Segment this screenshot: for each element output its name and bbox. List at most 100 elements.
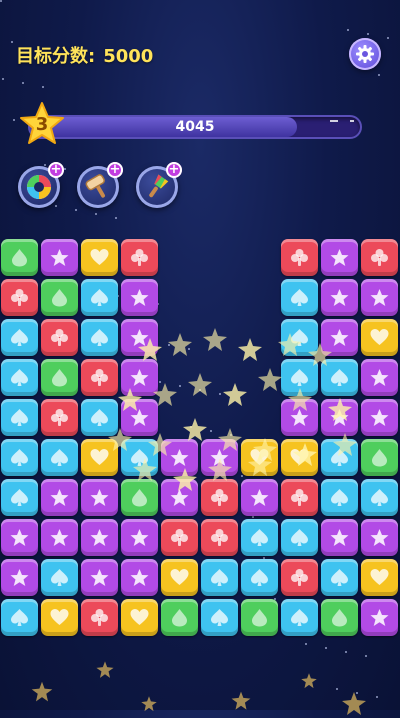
block-purple[interactable]	[361, 359, 398, 396]
block-red[interactable]	[281, 239, 318, 276]
block-blue[interactable]	[281, 599, 318, 636]
hammer-booster[interactable]: +	[77, 162, 123, 208]
block-purple[interactable]	[321, 239, 358, 276]
block-yellow[interactable]	[121, 599, 158, 636]
block-yellow[interactable]	[361, 559, 398, 596]
sparkle-star	[173, 468, 197, 491]
sparkle-star	[308, 343, 332, 366]
block-red[interactable]	[161, 519, 198, 556]
block-green[interactable]	[161, 599, 198, 636]
sparkle-star	[188, 373, 212, 396]
block-purple[interactable]	[321, 279, 358, 316]
background-star	[95, 213, 97, 215]
block-blue[interactable]	[41, 439, 78, 476]
block-purple[interactable]	[121, 519, 158, 556]
background-star	[305, 643, 307, 645]
current-score: 4045	[175, 119, 215, 135]
progress-marker	[330, 120, 338, 122]
background-star	[365, 655, 367, 657]
block-blue[interactable]	[281, 519, 318, 556]
block-yellow[interactable]	[361, 319, 398, 356]
sparkle-star	[288, 388, 312, 411]
block-blue[interactable]	[281, 279, 318, 316]
block-red[interactable]	[121, 239, 158, 276]
block-purple[interactable]	[1, 559, 38, 596]
hammer-icon	[85, 174, 105, 198]
gear-icon	[356, 45, 374, 63]
add-booster-button[interactable]: +	[107, 162, 123, 178]
block-purple[interactable]	[41, 239, 78, 276]
block-red[interactable]	[201, 479, 238, 516]
block-red[interactable]	[81, 359, 118, 396]
sparkle-star	[248, 453, 272, 476]
settings-button[interactable]	[349, 38, 381, 70]
block-yellow[interactable]	[81, 239, 118, 276]
add-booster-button[interactable]: +	[166, 162, 182, 178]
block-purple[interactable]	[361, 519, 398, 556]
block-purple[interactable]	[361, 599, 398, 636]
block-green[interactable]	[361, 439, 398, 476]
block-purple[interactable]	[361, 279, 398, 316]
sparkle-star	[328, 398, 352, 421]
background-star	[11, 41, 13, 43]
block-red[interactable]	[281, 479, 318, 516]
block-red[interactable]	[41, 399, 78, 436]
sparkle-star	[203, 328, 227, 351]
block-green[interactable]	[1, 239, 38, 276]
block-red[interactable]	[81, 599, 118, 636]
block-blue[interactable]	[81, 279, 118, 316]
block-purple[interactable]	[81, 519, 118, 556]
block-green[interactable]	[241, 599, 278, 636]
block-green[interactable]	[41, 279, 78, 316]
background-star	[387, 37, 389, 39]
block-blue[interactable]	[1, 399, 38, 436]
background-star	[378, 74, 380, 76]
background-star	[42, 86, 44, 88]
block-purple[interactable]	[321, 519, 358, 556]
block-blue[interactable]	[81, 319, 118, 356]
block-red[interactable]	[41, 319, 78, 356]
block-purple[interactable]	[121, 279, 158, 316]
ground-star	[301, 673, 317, 689]
block-yellow[interactable]	[161, 559, 198, 596]
block-yellow[interactable]	[41, 599, 78, 636]
block-purple[interactable]	[41, 519, 78, 556]
ground-star	[31, 681, 53, 702]
block-red[interactable]	[1, 279, 38, 316]
block-purple[interactable]	[241, 479, 278, 516]
block-blue[interactable]	[201, 599, 238, 636]
block-blue[interactable]	[1, 319, 38, 356]
block-purple[interactable]	[81, 479, 118, 516]
block-blue[interactable]	[241, 519, 278, 556]
block-green[interactable]	[321, 599, 358, 636]
background-star	[75, 209, 77, 211]
block-purple[interactable]	[41, 479, 78, 516]
brush-booster[interactable]: +	[136, 162, 182, 208]
sparkle-star	[118, 388, 142, 411]
target-score: 目标分数: 5000	[16, 42, 153, 68]
block-blue[interactable]	[41, 559, 78, 596]
color-wheel-booster[interactable]: +	[18, 162, 64, 208]
block-red[interactable]	[281, 559, 318, 596]
block-purple[interactable]	[1, 519, 38, 556]
block-purple[interactable]	[361, 399, 398, 436]
block-purple[interactable]	[81, 559, 118, 596]
block-green[interactable]	[41, 359, 78, 396]
block-blue[interactable]	[1, 359, 38, 396]
background-star	[55, 205, 57, 207]
add-booster-button[interactable]: +	[48, 162, 64, 178]
block-blue[interactable]	[241, 559, 278, 596]
sparkle-star	[133, 458, 157, 481]
block-blue[interactable]	[1, 479, 38, 516]
sparkle-star	[238, 338, 262, 361]
block-green[interactable]	[121, 479, 158, 516]
block-blue[interactable]	[361, 479, 398, 516]
block-red[interactable]	[201, 519, 238, 556]
block-blue[interactable]	[1, 599, 38, 636]
block-blue[interactable]	[321, 559, 358, 596]
block-blue[interactable]	[1, 439, 38, 476]
block-red[interactable]	[361, 239, 398, 276]
block-blue[interactable]	[321, 479, 358, 516]
block-blue[interactable]	[201, 559, 238, 596]
block-purple[interactable]	[121, 559, 158, 596]
